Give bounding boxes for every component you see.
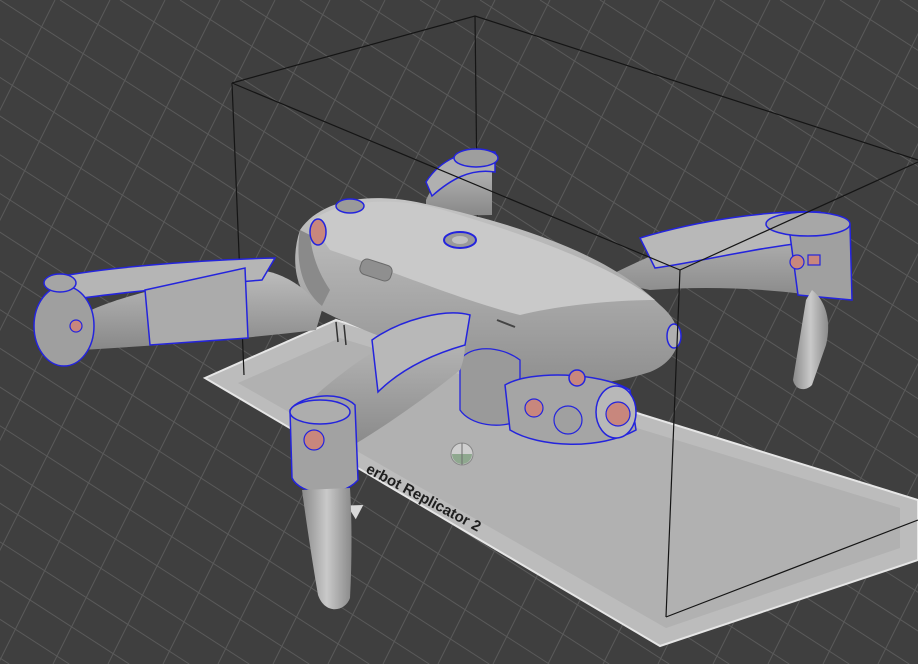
viewport-canvas[interactable]: erbot Replicator 2	[0, 0, 918, 664]
3d-viewport[interactable]: erbot Replicator 2	[0, 0, 918, 664]
origin-gizmo-icon[interactable]	[450, 442, 474, 466]
